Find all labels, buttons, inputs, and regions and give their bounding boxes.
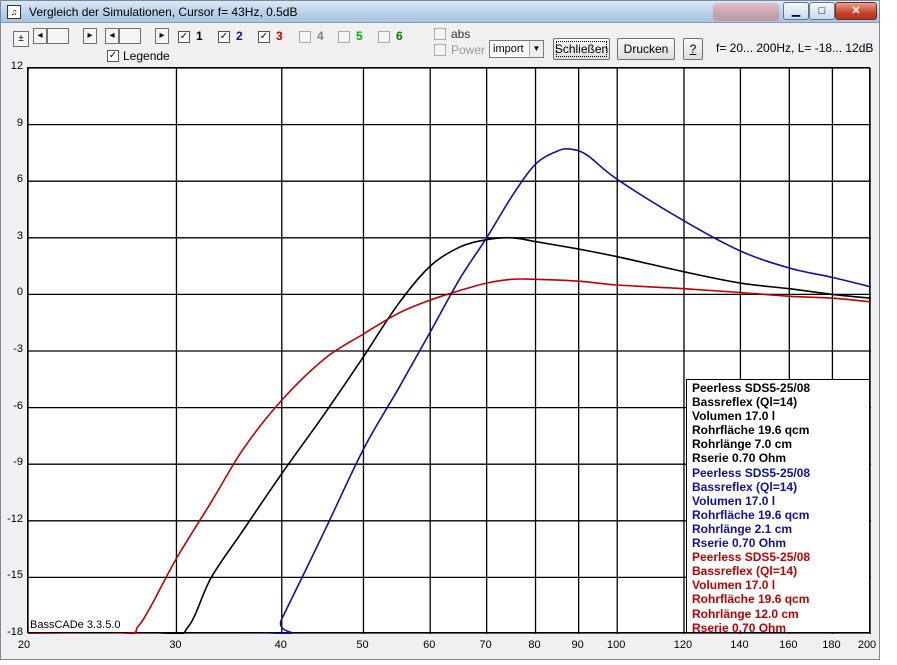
legend-line: Rohrlänge 7.0 cm [692,437,793,452]
power-label: Power [451,43,486,57]
curve-6-checkbox[interactable] [378,31,390,43]
x-tick-label: 200 [857,639,877,651]
x-tick-label: 90 [571,639,584,651]
legend-box: Peerless SDS5-25/08 Bassreflex (Ql=14) Vol… [686,379,870,635]
y-tick-label: -18 [7,626,23,638]
legend-line: Rohrfläche 19.6 qcm [692,507,810,522]
toolbar: ± ◂ ▸ ◂ ▸ ✓ 1 ✓ 2 ✓ 3 4 5 6 ✓ Legende abs Power … [1,24,879,64]
curve-3-checkbox[interactable]: ✓ [258,31,270,43]
x-tick-label: 160 [779,639,798,651]
legend-line: Rserie 0.70 Ohm [692,536,787,551]
bass-icon[interactable]: ♫ [7,5,21,19]
y-tick-label: -6 [13,399,23,412]
legend-line: Rserie 0.70 Ohm [692,451,787,466]
abs-checkbox[interactable] [434,28,446,40]
legend-line: Volumen 17.0 l [692,578,776,593]
curve-4-label: 4 [317,29,324,43]
range-info: f= 20... 200Hz, L= -18... 12dB [716,41,874,55]
maximize-button[interactable]: □ [809,2,835,20]
scroll-track-1[interactable] [47,28,69,44]
x-tick-label: 80 [528,639,541,651]
legend-line: Rserie 0.70 Ohm [692,620,787,635]
legend-line: Bassreflex (Ql=14) [692,479,798,494]
x-tick-label: 60 [423,639,436,651]
legende-label: Legende [123,49,170,63]
help-button[interactable]: ? [683,38,703,60]
legend-line: Volumen 17.0 l [692,409,776,424]
x-tick-label: 70 [479,639,492,651]
scroll-right-arrow-icon-2[interactable]: ▸ [155,28,169,44]
curve-5-checkbox[interactable] [338,31,350,43]
legend-line: Bassreflex (Ql=14) [692,564,798,579]
legend-line: Rohrlänge 12.0 cm [692,606,799,621]
y-tick-label: 0 [16,286,23,299]
window-title: Vergleich der Simulationen, Cursor f= 43… [29,5,298,19]
legende-checkbox[interactable]: ✓ [107,50,119,62]
version-label: BassCADe 3.3.5.0 [30,619,121,631]
scroll-left-arrow-icon-2[interactable]: ◂ [105,28,119,44]
legend-line: Rohrlänge 2.1 cm [692,521,793,536]
y-tick-label: -15 [7,569,23,582]
curve-1-checkbox[interactable]: ✓ [178,31,190,43]
import-select[interactable]: import ▼ [489,40,544,58]
curve-2-label: 2 [236,29,243,43]
y-tick-label: -3 [13,343,23,355]
x-tick-label: 180 [822,639,841,651]
curve-1-label: 1 [196,29,203,43]
x-tick-label: 50 [356,639,369,651]
x-tick-label: 20 [17,639,31,651]
curve-4-checkbox[interactable] [299,31,311,43]
legend-line: Bassreflex (Ql=14) [692,395,798,410]
legend-line: Rohrfläche 19.6 qcm [692,592,810,607]
x-tick-label: 100 [607,639,626,651]
scroll-left-arrow-icon[interactable]: ◂ [33,28,47,44]
close-window-button[interactable]: ✕ [835,2,877,20]
title-bar[interactable]: ♫ Vergleich der Simulationen, Cursor f= … [1,1,879,23]
x-tick-label: 140 [730,639,749,651]
power-checkbox[interactable] [434,44,446,56]
legend-line: Volumen 17.0 l [692,493,776,508]
close-button[interactable]: Schließen [553,38,610,60]
legend-line: Peerless SDS5-25/08 [692,550,811,565]
minimize-button[interactable]: ▁ [783,2,809,20]
curve-5-label: 5 [356,29,363,43]
background-window-tab [713,3,779,21]
y-tick-label: 6 [16,173,23,186]
y-tick-label: 12 [10,60,23,72]
x-tick-label: 30 [169,639,182,651]
comparison-window: ♫ Vergleich der Simulationen, Cursor f= … [0,0,880,660]
scroll-right-arrow-icon[interactable]: ▸ [83,28,97,44]
print-button[interactable]: Drucken [617,38,675,60]
plus-minus-button[interactable]: ± [13,31,29,47]
abs-label: abs [451,27,471,41]
legend-line: Rohrfläche 19.6 qcm [692,423,810,438]
import-select-value: import [493,43,524,55]
y-tick-label: -12 [7,512,23,525]
scroll-track-2[interactable] [119,28,141,44]
legend-line: Peerless SDS5-25/08 [692,381,811,395]
y-tick-label: -9 [13,456,23,469]
chevron-down-icon[interactable]: ▼ [529,41,543,57]
x-tick-label: 120 [673,639,693,651]
y-tick-label: 3 [16,229,23,242]
curve-3-label: 3 [276,29,283,43]
curve-2-checkbox[interactable]: ✓ [218,31,230,43]
curve-6-label: 6 [396,29,403,43]
legend-line: Peerless SDS5-25/08 [692,465,811,480]
y-tick-label: 9 [16,116,23,129]
x-tick-label: 40 [274,639,287,651]
